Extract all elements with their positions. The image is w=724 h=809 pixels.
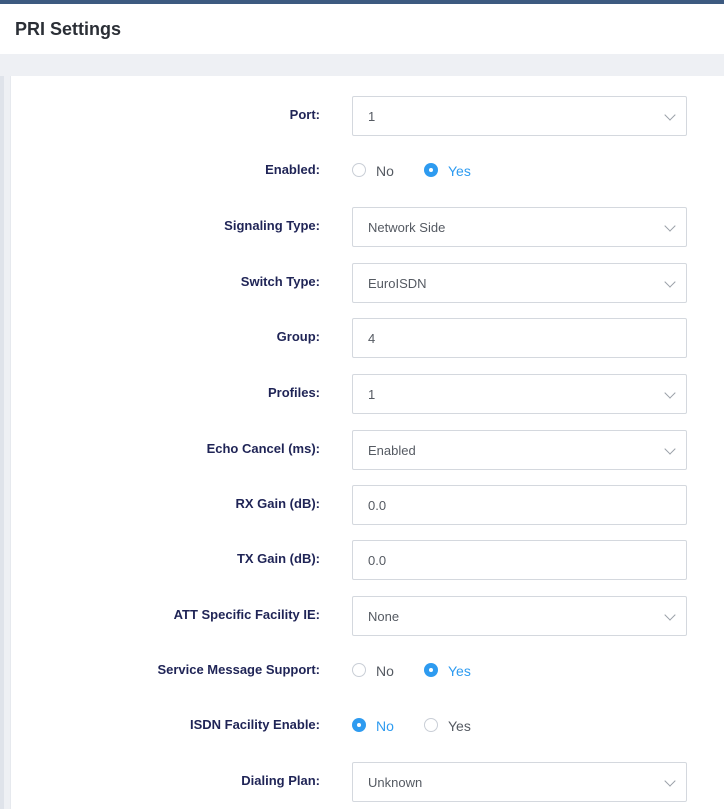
group-input[interactable]: 4 bbox=[352, 318, 687, 358]
tx-gain-input[interactable]: 0.0 bbox=[352, 540, 687, 580]
form-row-signaling-type: Signaling Type: Network Side bbox=[11, 207, 724, 247]
form-row-tx-gain: TX Gain (dB): 0.0 bbox=[11, 540, 724, 580]
chevron-down-icon bbox=[664, 609, 676, 621]
form-row-echo-cancel: Echo Cancel (ms): Enabled bbox=[11, 430, 724, 470]
chevron-down-icon bbox=[664, 109, 676, 121]
echo-cancel-label: Echo Cancel (ms): bbox=[206, 441, 320, 456]
signaling-type-select[interactable]: Network Side bbox=[352, 207, 687, 247]
signaling-type-value: Network Side bbox=[368, 220, 446, 235]
left-divider bbox=[0, 76, 4, 809]
signaling-type-label: Signaling Type: bbox=[224, 218, 320, 233]
group-label: Group: bbox=[276, 329, 320, 344]
radio-circle bbox=[424, 163, 438, 177]
enabled-label: Enabled: bbox=[265, 162, 320, 177]
echo-cancel-value: Enabled bbox=[368, 443, 416, 458]
radio-circle bbox=[352, 163, 366, 177]
service-message-support-label: Service Message Support: bbox=[157, 662, 320, 677]
form-row-rx-gain: RX Gain (dB): 0.0 bbox=[11, 485, 724, 525]
profiles-value: 1 bbox=[368, 387, 376, 402]
profiles-label: Profiles: bbox=[267, 385, 320, 400]
rx-gain-value: 0.0 bbox=[368, 498, 387, 513]
echo-cancel-select[interactable]: Enabled bbox=[352, 430, 687, 470]
switch-type-label: Switch Type: bbox=[240, 274, 320, 289]
radio-label: Yes bbox=[448, 163, 471, 179]
isdn-facility-enable-label: ISDN Facility Enable: bbox=[189, 717, 320, 732]
port-label: Port: bbox=[289, 107, 320, 122]
chevron-down-icon bbox=[664, 387, 676, 399]
form-row-isdn-facility-enable: ISDN Facility Enable: No Yes bbox=[11, 706, 724, 746]
radio-label: No bbox=[376, 163, 394, 179]
att-facility-ie-value: None bbox=[368, 609, 400, 624]
radio-circle bbox=[424, 663, 438, 677]
att-facility-ie-select[interactable]: None bbox=[352, 596, 687, 636]
form-row-profiles: Profiles: 1 bbox=[11, 374, 724, 414]
dialing-plan-value: Unknown bbox=[368, 775, 423, 790]
form-row-dialing-plan: Dialing Plan: Unknown bbox=[11, 762, 724, 802]
radio-circle bbox=[352, 718, 366, 732]
form-row-enabled: Enabled: No Yes bbox=[11, 151, 724, 191]
settings-form: Port: 1 Enabled: No Yes Signaling Type: … bbox=[10, 76, 724, 809]
port-select[interactable]: 1 bbox=[352, 96, 687, 136]
rx-gain-label: RX Gain (dB): bbox=[235, 496, 321, 511]
radio-label: No bbox=[376, 718, 394, 734]
chevron-down-icon bbox=[664, 276, 676, 288]
chevron-down-icon bbox=[664, 443, 676, 455]
dialing-plan-select[interactable]: Unknown bbox=[352, 762, 687, 802]
form-row-port: Port: 1 bbox=[11, 96, 724, 136]
form-row-group: Group: 4 bbox=[11, 318, 724, 358]
rx-gain-input[interactable]: 0.0 bbox=[352, 485, 687, 525]
switch-type-select[interactable]: EuroISDN bbox=[352, 263, 687, 303]
dialing-plan-label: Dialing Plan: bbox=[241, 773, 320, 788]
tx-gain-label: TX Gain (dB): bbox=[236, 551, 320, 566]
chevron-down-icon bbox=[664, 220, 676, 232]
port-value: 1 bbox=[368, 109, 376, 124]
profiles-select[interactable]: 1 bbox=[352, 374, 687, 414]
form-row-att-facility-ie: ATT Specific Facility IE: None bbox=[11, 596, 724, 636]
att-facility-ie-label: ATT Specific Facility IE: bbox=[173, 607, 320, 622]
switch-type-value: EuroISDN bbox=[368, 276, 427, 291]
radio-label: No bbox=[376, 663, 394, 679]
tx-gain-value: 0.0 bbox=[368, 553, 387, 568]
chevron-down-icon bbox=[664, 775, 676, 787]
page-header: PRI Settings bbox=[0, 4, 724, 54]
form-row-service-message-support: Service Message Support: No Yes bbox=[11, 651, 724, 691]
radio-circle bbox=[352, 663, 366, 677]
group-value: 4 bbox=[368, 331, 376, 346]
radio-label: Yes bbox=[448, 663, 471, 679]
form-row-switch-type: Switch Type: EuroISDN bbox=[11, 263, 724, 303]
radio-label: Yes bbox=[448, 718, 471, 734]
page-title: PRI Settings bbox=[15, 19, 122, 39]
radio-circle bbox=[424, 718, 438, 732]
